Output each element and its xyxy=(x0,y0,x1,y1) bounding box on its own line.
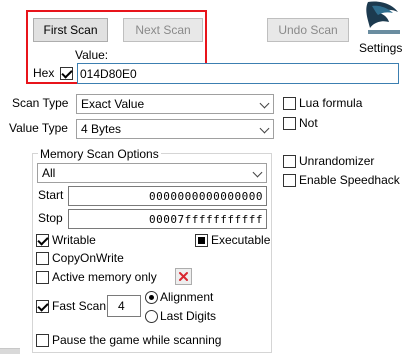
chevron-down-icon xyxy=(259,98,270,109)
writable-label[interactable]: Writable xyxy=(52,233,96,247)
value-type-select[interactable]: 4 Bytes xyxy=(76,119,274,139)
executable-checkbox[interactable] xyxy=(195,234,208,247)
stop-label: Stop xyxy=(38,211,63,225)
unrandomizer-checkbox[interactable] xyxy=(283,155,296,168)
fast-scan-checkbox[interactable] xyxy=(36,300,49,313)
alignment-radio[interactable] xyxy=(145,291,158,304)
unrandomizer-label[interactable]: Unrandomizer xyxy=(299,154,374,168)
settings-label[interactable]: Settings xyxy=(359,41,402,55)
start-address-input[interactable]: 0000000000000000 xyxy=(68,186,267,206)
value-type-value: 4 Bytes xyxy=(81,122,122,136)
chevron-down-icon xyxy=(259,123,270,134)
copy-on-write-checkbox[interactable] xyxy=(36,252,49,265)
value-input-text: 014D80E0 xyxy=(80,66,137,81)
value-input[interactable]: 014D80E0 xyxy=(77,63,399,84)
last-digits-label[interactable]: Last Digits xyxy=(160,309,216,323)
close-icon[interactable] xyxy=(175,268,192,285)
start-label: Start xyxy=(38,188,64,202)
not-label[interactable]: Not xyxy=(299,116,318,130)
window-edge xyxy=(0,348,20,354)
hex-label: Hex xyxy=(33,66,55,80)
lua-formula-checkbox[interactable] xyxy=(283,97,296,110)
scan-type-value: Exact Value xyxy=(81,97,145,111)
copy-on-write-label[interactable]: CopyOnWrite xyxy=(52,251,124,265)
fast-scan-label[interactable]: Fast Scan xyxy=(52,299,106,313)
pause-game-checkbox[interactable] xyxy=(36,334,49,347)
enable-speedhack-label[interactable]: Enable Speedhack xyxy=(299,173,400,187)
stop-address-value: 00007fffffffffff xyxy=(149,212,263,226)
memory-scan-options-title: Memory Scan Options xyxy=(38,147,161,161)
value-type-label: Value Type xyxy=(9,121,68,135)
value-label: Value: xyxy=(75,48,109,62)
active-memory-only-label[interactable]: Active memory only xyxy=(52,270,157,284)
scan-type-label: Scan Type xyxy=(12,96,69,110)
writable-checkbox[interactable] xyxy=(36,234,49,247)
executable-label[interactable]: Executable xyxy=(211,233,270,247)
chevron-down-icon xyxy=(252,167,263,178)
hex-checkbox[interactable] xyxy=(60,67,73,80)
memory-region-select[interactable]: All xyxy=(37,163,267,183)
alignment-label[interactable]: Alignment xyxy=(160,290,213,304)
undo-scan-button[interactable]: Undo Scan xyxy=(267,18,349,42)
last-digits-radio[interactable] xyxy=(145,310,158,323)
fast-scan-input[interactable]: 4 xyxy=(107,295,141,317)
active-memory-only-checkbox[interactable] xyxy=(36,271,49,284)
stop-address-input[interactable]: 00007fffffffffff xyxy=(68,209,267,229)
not-checkbox[interactable] xyxy=(283,117,296,130)
cheat-engine-logo-icon[interactable] xyxy=(362,0,404,38)
scan-type-select[interactable]: Exact Value xyxy=(76,94,274,114)
start-address-value: 0000000000000000 xyxy=(149,189,263,203)
pause-game-label[interactable]: Pause the game while scanning xyxy=(52,333,221,347)
memory-region-value: All xyxy=(42,166,56,180)
fast-scan-value: 4 xyxy=(118,299,125,313)
enable-speedhack-checkbox[interactable] xyxy=(283,174,296,187)
lua-formula-label[interactable]: Lua formula xyxy=(299,96,362,110)
